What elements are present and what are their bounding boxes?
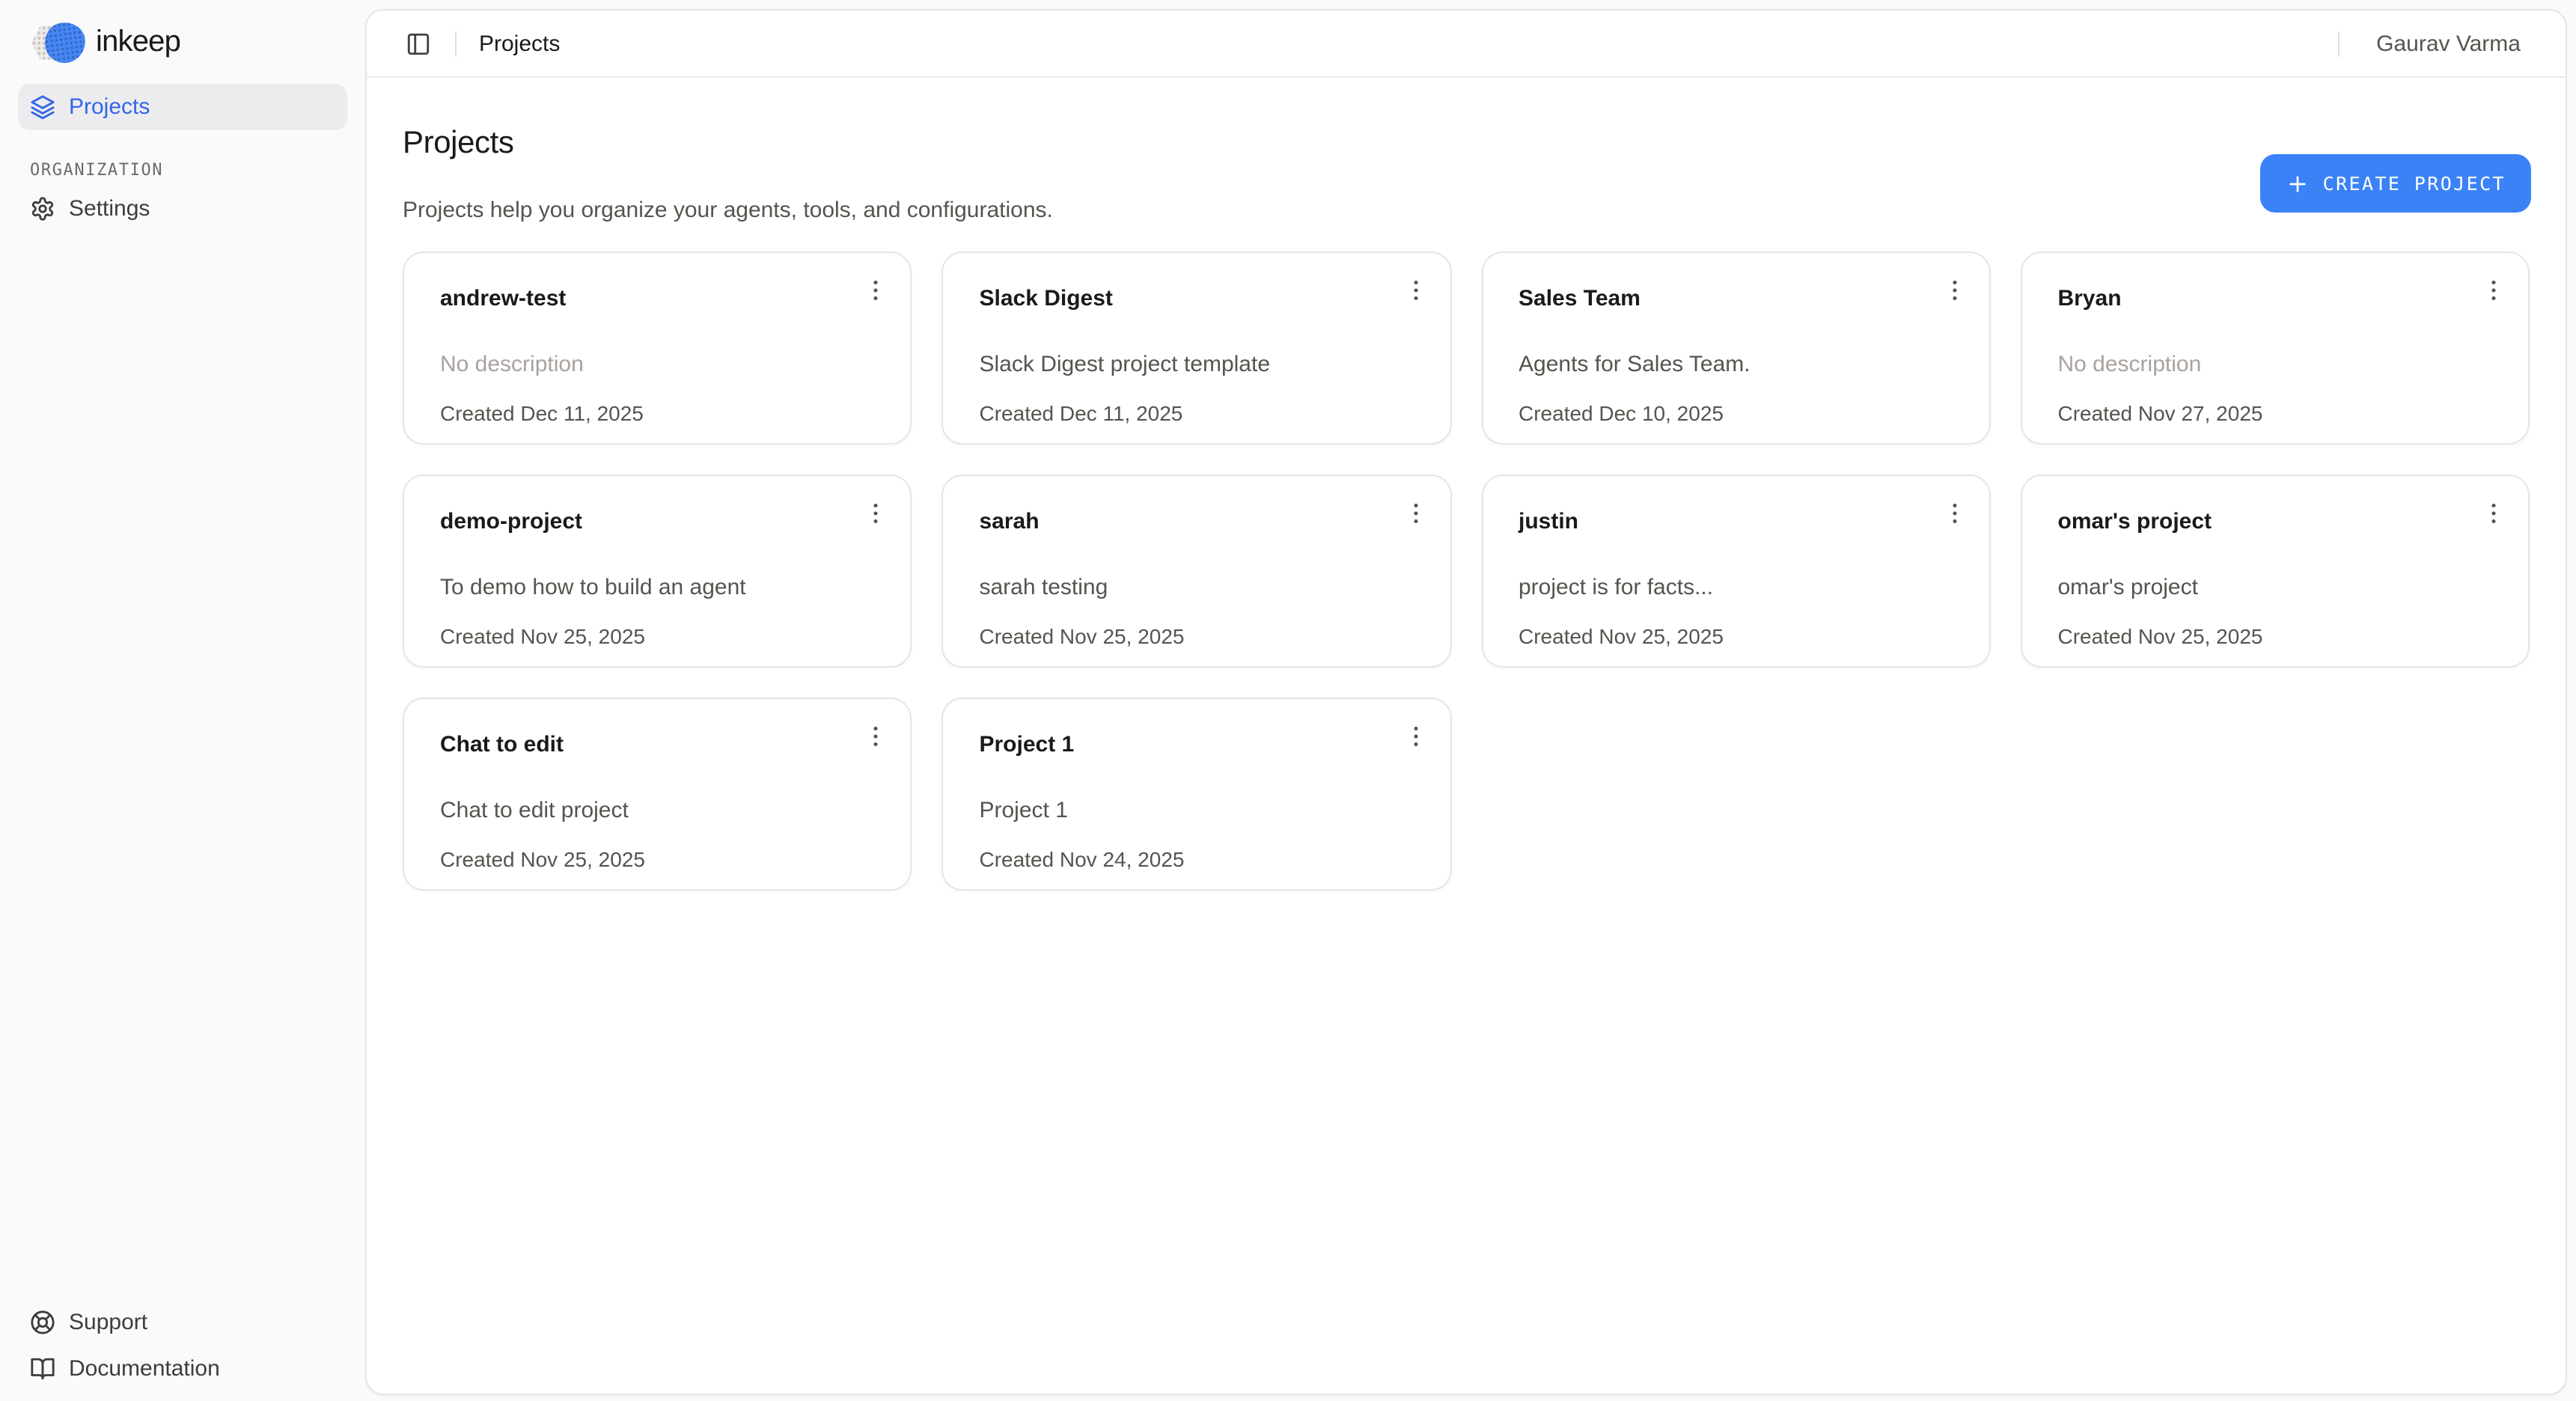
user-menu[interactable]: Gaurav Varma [2376,31,2521,56]
project-description: Chat to edit project [440,796,875,826]
project-description: Project 1 [980,796,1414,826]
kebab-icon [1402,500,1429,527]
kebab-icon [2480,277,2507,304]
kebab-icon [863,723,890,750]
kebab-icon [863,277,890,304]
project-name: Slack Digest [980,284,1414,314]
project-menu-button[interactable] [1934,269,1976,311]
project-description: No description [440,350,875,380]
project-created-date: Created Dec 11, 2025 [980,401,1414,425]
project-menu-button[interactable] [855,715,897,757]
panel-left-icon [405,31,430,56]
kebab-icon [1941,277,1968,304]
sidebar: inkeep Projects ORGANIZATION Settings [0,0,365,1401]
project-created-date: Created Nov 25, 2025 [2058,624,2493,648]
project-name: demo-project [440,507,875,537]
create-project-button[interactable]: CREATE PROJECT [2260,154,2531,213]
project-description: Agents for Sales Team. [1519,350,1953,380]
project-card[interactable]: Bryan No description Created Nov 27, 202… [2021,251,2530,445]
project-menu-button[interactable] [1394,269,1436,311]
project-menu-button[interactable] [2473,269,2515,311]
project-name: Chat to edit [440,730,875,760]
project-created-date: Created Nov 25, 2025 [980,624,1414,648]
project-menu-button[interactable] [2473,492,2515,534]
project-description: project is for facts... [1519,573,1953,603]
brand-logo[interactable]: inkeep [0,0,365,66]
sidebar-item-label: Settings [69,196,150,222]
breadcrumb: Projects [479,31,560,56]
project-name: Project 1 [980,730,1414,760]
kebab-icon [1402,277,1429,304]
project-card[interactable]: andrew-test No description Created Dec 1… [403,251,912,445]
sidebar-item-label: Support [69,1310,147,1335]
book-open-icon [30,1356,55,1382]
sidebar-item-label: Documentation [69,1356,220,1382]
project-menu-button[interactable] [1934,492,1976,534]
project-description: omar's project [2058,573,2493,603]
project-created-date: Created Nov 25, 2025 [440,624,875,648]
divider [2337,31,2339,56]
project-name: sarah [980,507,1414,537]
project-description: No description [2058,350,2493,380]
sidebar-item-projects[interactable]: Projects [18,84,347,130]
brand-name: inkeep [96,25,180,60]
sidebar-item-settings[interactable]: Settings [18,186,347,232]
kebab-icon [1941,500,1968,527]
project-menu-button[interactable] [1394,492,1436,534]
project-created-date: Created Dec 11, 2025 [440,401,875,425]
projects-grid: andrew-test No description Created Dec 1… [403,251,2530,891]
sidebar-item-support[interactable]: Support [18,1299,347,1346]
project-created-date: Created Nov 25, 2025 [440,847,875,871]
project-card[interactable]: demo-project To demo how to build an age… [403,474,912,668]
sidebar-section-organization: ORGANIZATION [30,160,365,180]
project-created-date: Created Dec 10, 2025 [1519,401,1953,425]
inkeep-logo-icon [31,22,85,64]
project-created-date: Created Nov 25, 2025 [1519,624,1953,648]
project-description: sarah testing [980,573,1414,603]
project-menu-button[interactable] [855,492,897,534]
project-name: Sales Team [1519,284,1953,314]
sidebar-item-label: Projects [69,94,150,120]
project-card[interactable]: omar's project omar's project Created No… [2021,474,2530,668]
project-name: justin [1519,507,1953,537]
top-bar: Projects Gaurav Varma [367,10,2566,78]
kebab-icon [1402,723,1429,750]
gear-icon [30,196,55,222]
project-card[interactable]: Chat to edit Chat to edit project Create… [403,698,912,891]
project-name: omar's project [2058,507,2493,537]
project-card[interactable]: Sales Team Agents for Sales Team. Create… [1481,251,1991,445]
project-menu-button[interactable] [1394,715,1436,757]
project-name: andrew-test [440,284,875,314]
project-name: Bryan [2058,284,2493,314]
project-menu-button[interactable] [855,269,897,311]
main-panel: Projects Gaurav Varma Projects Projects … [365,9,2567,1395]
kebab-icon [2480,500,2507,527]
project-description: Slack Digest project template [980,350,1414,380]
project-card[interactable]: sarah sarah testing Created Nov 25, 2025 [942,474,1452,668]
life-buoy-icon [30,1310,55,1335]
page-title: Projects [403,123,2530,163]
create-project-label: CREATE PROJECT [2323,172,2506,195]
project-card[interactable]: Slack Digest Slack Digest project templa… [942,251,1452,445]
sidebar-toggle-button[interactable] [397,22,439,64]
project-card[interactable]: Project 1 Project 1 Created Nov 24, 2025 [942,698,1452,891]
divider [455,31,457,56]
kebab-icon [863,500,890,527]
sidebar-item-documentation[interactable]: Documentation [18,1346,347,1392]
project-card[interactable]: justin project is for facts... Created N… [1481,474,1991,668]
project-description: To demo how to build an agent [440,573,875,603]
page-subtitle: Projects help you organize your agents, … [403,195,2530,226]
project-created-date: Created Nov 24, 2025 [980,847,1414,871]
layers-icon [30,94,55,120]
project-created-date: Created Nov 27, 2025 [2058,401,2493,425]
plus-icon [2286,171,2310,195]
